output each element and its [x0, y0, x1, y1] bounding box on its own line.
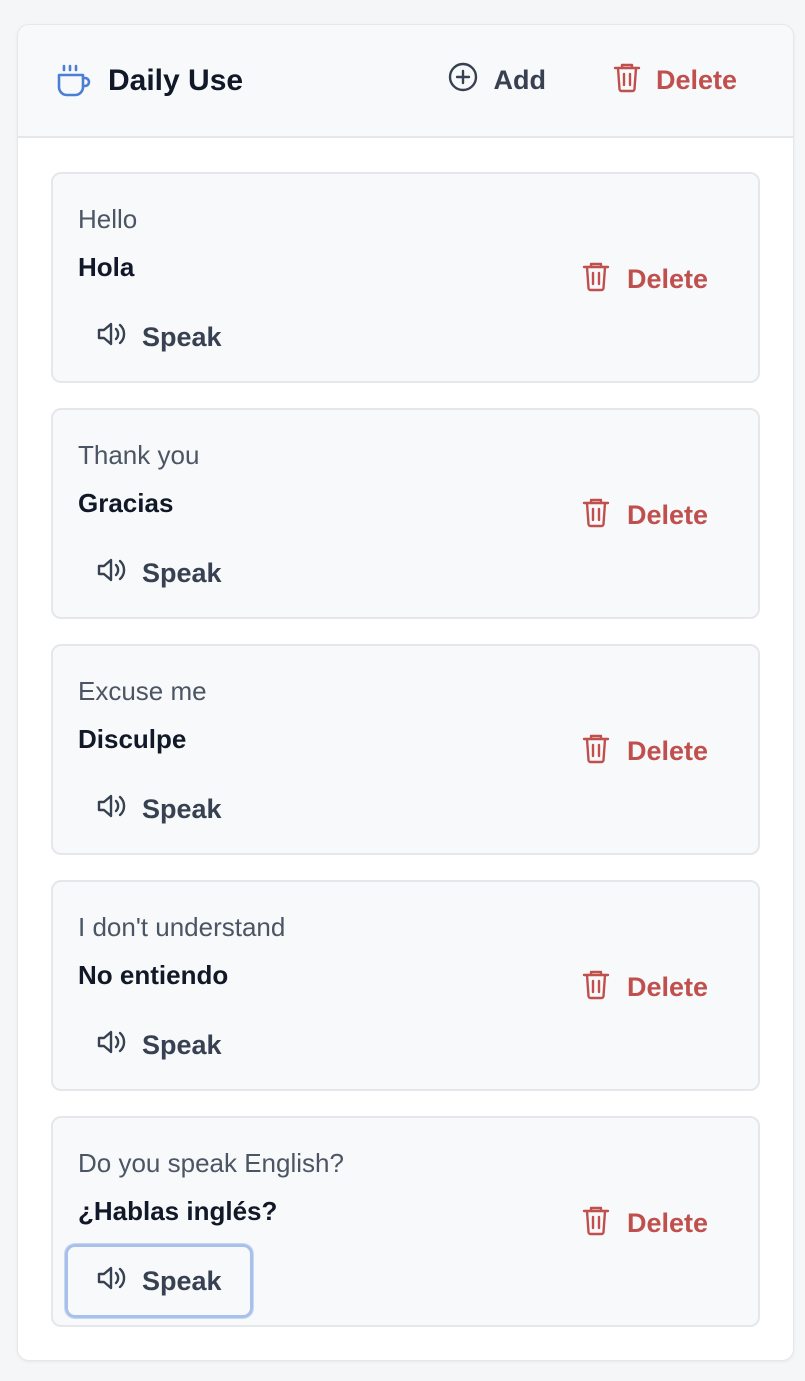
speak-button[interactable]: Speak: [65, 772, 253, 846]
add-button[interactable]: Add: [447, 61, 546, 100]
delete-phrase-label: Delete: [627, 264, 709, 294]
english-phrase: Thank you: [78, 440, 200, 470]
speak-button-label: Speak: [142, 1029, 222, 1060]
phrase-card: Do you speak English? ¿Hablas inglés? Sp…: [51, 1116, 760, 1327]
trash-icon: [612, 61, 642, 100]
english-phrase: Do you speak English?: [78, 1148, 344, 1178]
phrase-card: I don't understand No entiendo Speak Del…: [51, 880, 760, 1091]
speak-button[interactable]: Speak: [65, 1008, 253, 1082]
phrase-card: Thank you Gracias Speak Delete: [51, 408, 760, 619]
speak-button[interactable]: Speak: [65, 1244, 253, 1318]
delete-phrase-label: Delete: [627, 1208, 709, 1238]
plus-circle-icon: [447, 61, 479, 100]
delete-phrase-button[interactable]: Delete: [581, 968, 708, 1007]
english-phrase: Excuse me: [78, 676, 207, 706]
speaker-icon: [96, 1264, 128, 1299]
speak-button[interactable]: Speak: [65, 536, 253, 610]
phrase-card: Excuse me Disculpe Speak Delete: [51, 644, 760, 855]
speak-button-label: Speak: [142, 793, 222, 824]
speak-button-label: Speak: [142, 557, 222, 588]
spanish-phrase: Disculpe: [78, 724, 187, 754]
delete-phrase-button[interactable]: Delete: [581, 496, 708, 535]
spanish-phrase: ¿Hablas inglés?: [78, 1196, 278, 1226]
speak-button-label: Speak: [142, 1265, 222, 1296]
speaker-icon: [96, 556, 128, 591]
trash-icon: [581, 496, 611, 535]
delete-phrase-label: Delete: [627, 972, 709, 1002]
speak-button-label: Speak: [142, 321, 222, 352]
speak-button[interactable]: Speak: [65, 300, 253, 374]
speaker-icon: [96, 320, 128, 355]
phrase-list: Hello Hola Speak Delete Thank you Gracia…: [18, 138, 793, 1327]
coffee-cup-icon: [54, 62, 92, 100]
delete-phrase-button[interactable]: Delete: [581, 1204, 708, 1243]
delete-category-label: Delete: [655, 65, 737, 95]
spanish-phrase: No entiendo: [78, 960, 229, 990]
delete-category-button[interactable]: Delete: [612, 61, 737, 100]
panel-title: Daily Use: [108, 63, 244, 97]
delete-phrase-button[interactable]: Delete: [581, 260, 708, 299]
phrase-category-panel: Daily Use Add Delete Hello Hola Speak De…: [17, 24, 794, 1361]
add-button-label: Add: [493, 65, 546, 95]
trash-icon: [581, 732, 611, 771]
delete-phrase-label: Delete: [627, 500, 709, 530]
panel-header: Daily Use Add Delete: [18, 25, 793, 138]
speaker-icon: [96, 1028, 128, 1063]
english-phrase: Hello: [78, 204, 138, 234]
spanish-phrase: Hola: [78, 252, 135, 282]
phrase-card: Hello Hola Speak Delete: [51, 172, 760, 383]
delete-phrase-label: Delete: [627, 736, 709, 766]
trash-icon: [581, 968, 611, 1007]
spanish-phrase: Gracias: [78, 488, 174, 518]
english-phrase: I don't understand: [78, 912, 286, 942]
delete-phrase-button[interactable]: Delete: [581, 732, 708, 771]
trash-icon: [581, 260, 611, 299]
trash-icon: [581, 1204, 611, 1243]
speaker-icon: [96, 792, 128, 827]
